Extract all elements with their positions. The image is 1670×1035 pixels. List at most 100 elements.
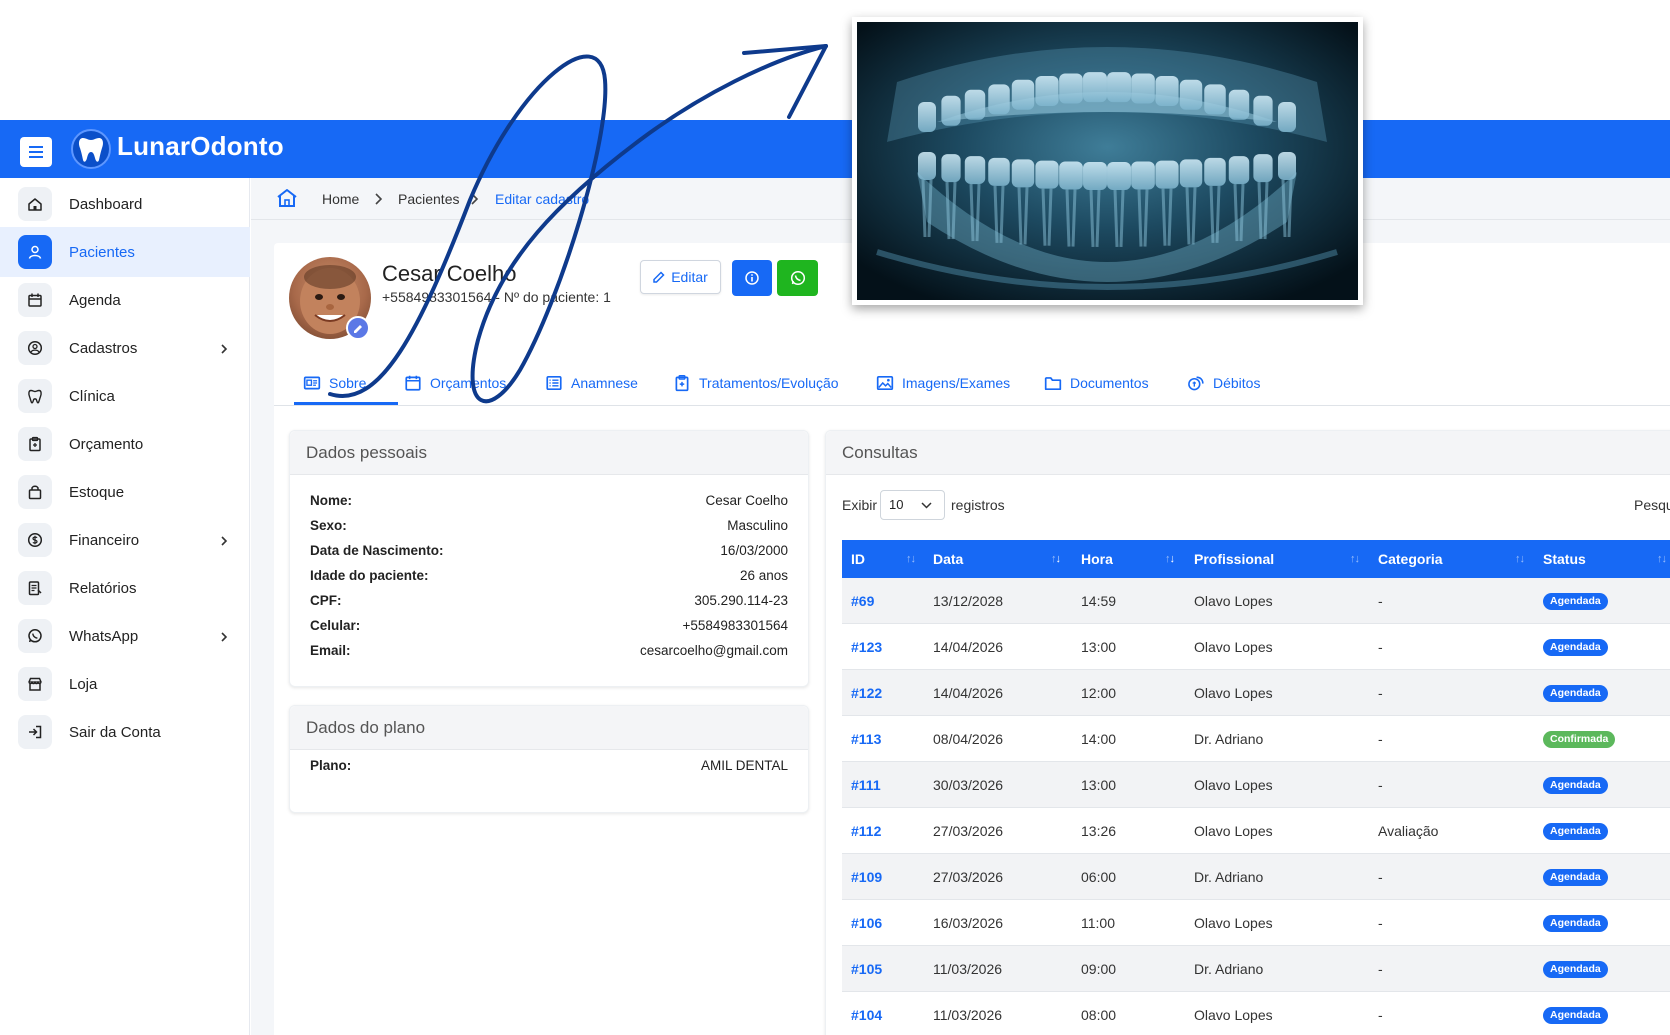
info-value: Cesar Coelho bbox=[705, 493, 788, 508]
sidebar-item-label: Sair da Conta bbox=[69, 723, 161, 741]
cell-profissional: Dr. Adriano bbox=[1194, 961, 1264, 977]
whatsapp-button[interactable] bbox=[777, 260, 818, 296]
info-row: Data de Nascimento: 16/03/2000 bbox=[310, 543, 788, 563]
sidebar-item-agenda[interactable]: Agenda bbox=[0, 275, 250, 325]
appointment-id-link[interactable]: #104 bbox=[851, 1007, 882, 1023]
cell-profissional: Olavo Lopes bbox=[1194, 777, 1273, 793]
breadcrumb-current: Editar cadastro bbox=[495, 191, 590, 207]
appointment-id-link[interactable]: #123 bbox=[851, 639, 882, 655]
column-header-categoria[interactable]: Categoria bbox=[1378, 551, 1443, 567]
sidebar-item-relat-rios[interactable]: Relatórios bbox=[0, 563, 250, 613]
info-key: Idade do paciente: bbox=[310, 568, 429, 583]
sort-arrows-icon[interactable]: ↑↓ bbox=[1350, 553, 1360, 565]
status-badge: Agendada bbox=[1543, 1007, 1608, 1024]
page-size-label: Exibir bbox=[842, 497, 878, 513]
info-key: CPF: bbox=[310, 593, 342, 608]
status-badge: Agendada bbox=[1543, 777, 1608, 794]
appointment-id-link[interactable]: #109 bbox=[851, 869, 882, 885]
cell-categoria: Avaliação bbox=[1378, 823, 1439, 839]
appointment-id-link[interactable]: #105 bbox=[851, 961, 882, 977]
cell-categoria: - bbox=[1378, 869, 1383, 885]
info-key: Email: bbox=[310, 643, 351, 658]
sidebar-item-whatsapp[interactable]: WhatsApp bbox=[0, 611, 250, 661]
cell-categoria: - bbox=[1378, 639, 1383, 655]
appointment-id-link[interactable]: #112 bbox=[851, 823, 881, 839]
tab-anamnese[interactable]: Anamnese bbox=[545, 368, 638, 398]
budget-icon bbox=[405, 375, 421, 391]
panel-header: Dados pessoais bbox=[290, 431, 808, 475]
whatsapp-icon bbox=[18, 619, 52, 653]
appointment-id-link[interactable]: #106 bbox=[851, 915, 882, 931]
breadcrumb-home-link[interactable]: Home bbox=[322, 191, 359, 207]
status-badge: Agendada bbox=[1543, 685, 1608, 702]
tab-label: Anamnese bbox=[571, 375, 638, 391]
menu-toggle-button[interactable] bbox=[20, 137, 52, 167]
info-row: Sexo: Masculino bbox=[310, 518, 788, 538]
plan-data-panel: Dados do plano Plano: AMIL DENTAL bbox=[289, 705, 809, 813]
sidebar-item-financeiro[interactable]: Financeiro bbox=[0, 515, 250, 565]
sidebar-item-sair-da-conta[interactable]: Sair da Conta bbox=[0, 707, 250, 757]
sidebar-item-cadastros[interactable]: Cadastros bbox=[0, 323, 250, 373]
xray-image bbox=[852, 17, 1363, 305]
sort-arrows-icon[interactable]: ↑↓ bbox=[1657, 553, 1667, 565]
sidebar-item-estoque[interactable]: Estoque bbox=[0, 467, 250, 517]
appointment-id-link[interactable]: #122 bbox=[851, 685, 882, 701]
column-header-id[interactable]: ID bbox=[851, 551, 865, 567]
info-key: Celular: bbox=[310, 618, 361, 633]
column-header-profissional[interactable]: Profissional bbox=[1194, 551, 1274, 567]
column-header-hora[interactable]: Hora bbox=[1081, 551, 1113, 567]
sidebar-item-pacientes[interactable]: Pacientes bbox=[0, 227, 250, 277]
tab-documentos[interactable]: Documentos bbox=[1044, 368, 1149, 398]
sort-arrows-icon[interactable]: ↑↓ bbox=[906, 553, 916, 565]
breadcrumb-home-icon[interactable] bbox=[276, 188, 298, 213]
panel-header: Dados do plano bbox=[290, 706, 808, 750]
avatar-edit-button[interactable] bbox=[346, 316, 370, 340]
tab-d-bitos[interactable]: Débitos bbox=[1187, 368, 1260, 398]
sidebar-item-cl-nica[interactable]: Clínica bbox=[0, 371, 250, 421]
cell-hora: 12:00 bbox=[1081, 685, 1117, 701]
breadcrumb-pacientes-link[interactable]: Pacientes bbox=[398, 191, 459, 207]
dollar-icon bbox=[18, 523, 52, 557]
report-icon bbox=[18, 571, 52, 605]
tab-or-amentos[interactable]: Orçamentos bbox=[404, 368, 506, 398]
info-value: cesarcoelho@gmail.com bbox=[639, 643, 788, 658]
records-label: registros bbox=[951, 497, 1005, 513]
tab-sobre[interactable]: Sobre bbox=[303, 368, 366, 398]
sidebar-item-dashboard[interactable]: Dashboard bbox=[0, 179, 250, 229]
cell-profissional: Olavo Lopes bbox=[1194, 685, 1273, 701]
appointment-id-link[interactable]: #113 bbox=[851, 731, 881, 747]
cell-data: 30/03/2026 bbox=[933, 777, 1004, 793]
cell-hora: 08:00 bbox=[1081, 1007, 1117, 1023]
clipboard-icon bbox=[18, 427, 52, 461]
column-header-data[interactable]: Data bbox=[933, 551, 963, 567]
sidebar-item-loja[interactable]: Loja bbox=[0, 659, 250, 709]
cell-categoria: - bbox=[1378, 961, 1383, 977]
tab-tratamentos-evolu-o[interactable]: Tratamentos/Evolução bbox=[673, 368, 839, 398]
tab-imagens-exames[interactable]: Imagens/Exames bbox=[876, 368, 1010, 398]
page-size-select[interactable]: 10 bbox=[880, 490, 945, 520]
cell-hora: 13:26 bbox=[1081, 823, 1117, 839]
page-size-value: 10 bbox=[889, 497, 904, 512]
status-badge: Confirmada bbox=[1543, 731, 1616, 748]
status-badge: Agendada bbox=[1543, 593, 1608, 610]
sort-arrows-icon[interactable]: ↑↓ bbox=[1165, 553, 1175, 565]
appointment-id-link[interactable]: #111 bbox=[851, 777, 881, 793]
appointment-id-link[interactable]: #69 bbox=[851, 593, 874, 609]
cell-hora: 11:00 bbox=[1081, 915, 1115, 931]
cell-profissional: Olavo Lopes bbox=[1194, 593, 1273, 609]
info-button[interactable] bbox=[732, 260, 772, 296]
info-row: Plano: AMIL DENTAL bbox=[310, 758, 788, 778]
list-icon bbox=[546, 375, 562, 391]
search-label: Pesquisar: bbox=[1634, 497, 1670, 513]
sort-arrows-icon[interactable]: ↑↓ bbox=[1051, 553, 1061, 565]
coins-icon bbox=[1188, 376, 1204, 391]
info-value: 16/03/2000 bbox=[720, 543, 788, 558]
sort-arrows-icon[interactable]: ↑↓ bbox=[1515, 553, 1525, 565]
patient-name: Cesar Coelho bbox=[382, 261, 517, 286]
column-header-status[interactable]: Status bbox=[1543, 551, 1586, 567]
info-row: Celular: +5584983301564 bbox=[310, 618, 788, 638]
edit-button[interactable]: Editar bbox=[640, 260, 721, 294]
sidebar-item-or-amento[interactable]: Orçamento bbox=[0, 419, 250, 469]
personal-data-title: Dados pessoais bbox=[306, 443, 427, 462]
sidebar-item-label: Financeiro bbox=[69, 531, 140, 549]
